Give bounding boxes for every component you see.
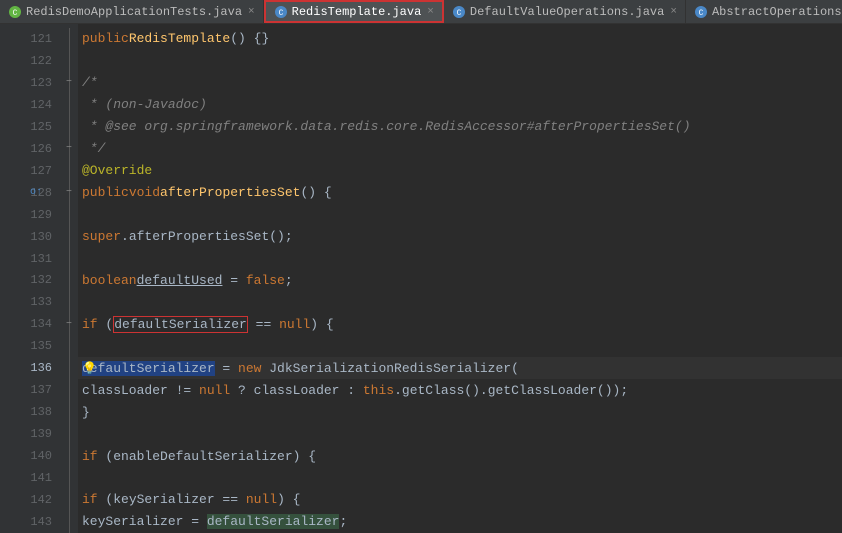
close-icon[interactable]: ×: [246, 6, 255, 18]
keyword: void: [129, 185, 160, 200]
svg-text:C: C: [278, 9, 283, 18]
keyword: boolean: [82, 273, 137, 288]
java-icon: C: [8, 5, 22, 19]
comment: * @see org.springframework.data.redis.co…: [82, 119, 691, 134]
comment: * (non-Javadoc): [82, 97, 207, 112]
tab-default-value-ops[interactable]: C DefaultValueOperations.java ×: [444, 0, 686, 23]
selected-variable: defaultSerializer: [82, 361, 215, 376]
code-text: ? classLoader :: [230, 383, 363, 398]
line-number: 133: [30, 295, 52, 309]
code-text: .getClass().getClassLoader());: [394, 383, 628, 398]
keyword: new: [238, 361, 261, 376]
svg-text:C: C: [699, 9, 704, 18]
highlighted-variable: defaultSerializer: [113, 316, 248, 333]
line-number: 141: [30, 471, 52, 485]
line-number: 127: [30, 164, 52, 178]
code-text: (: [98, 317, 114, 332]
tab-redis-template[interactable]: C RedisTemplate.java ×: [264, 0, 444, 23]
keyword: null: [279, 317, 310, 332]
code-editor[interactable]: public RedisTemplate() {} /* * (non-Java…: [78, 24, 842, 533]
fold-icon[interactable]: −: [66, 319, 72, 330]
java-icon: C: [694, 5, 708, 19]
fold-icon[interactable]: −: [66, 187, 72, 198]
code-text: ;: [339, 514, 347, 529]
fold-icon[interactable]: −: [66, 143, 72, 154]
fold-icon[interactable]: −: [66, 77, 72, 88]
editor-area: 121122123124125126127128o↑12913013113213…: [0, 24, 842, 533]
tab-label: AbstractOperations.java: [712, 5, 842, 19]
line-number: 124: [30, 98, 52, 112]
line-number: 143: [30, 515, 52, 529]
line-number: 131: [30, 252, 52, 266]
line-number: 137: [30, 383, 52, 397]
annotation: @Override: [82, 163, 152, 178]
svg-text:C: C: [13, 9, 18, 18]
code-text: () {}: [230, 31, 269, 46]
keyword: null: [246, 492, 277, 507]
code-text: =: [215, 361, 238, 376]
comment: /*: [82, 75, 98, 90]
svg-text:C: C: [456, 9, 461, 18]
keyword: false: [246, 273, 285, 288]
line-number: 126: [30, 142, 52, 156]
code-text: JdkSerializationRedisSerializer(: [261, 361, 518, 376]
lightbulb-icon[interactable]: 💡: [82, 361, 97, 376]
method-name: afterPropertiesSet: [160, 185, 300, 200]
line-number: 123: [30, 76, 52, 90]
keyword: public: [82, 31, 129, 46]
code-text: classLoader !=: [82, 383, 199, 398]
code-text: ;: [285, 273, 293, 288]
line-number: 136: [30, 361, 52, 375]
keyword: if: [82, 492, 98, 507]
java-icon: C: [274, 5, 288, 19]
close-icon[interactable]: ×: [668, 6, 677, 18]
line-number: 140: [30, 449, 52, 463]
line-number: 132: [30, 273, 52, 287]
line-number: 125: [30, 120, 52, 134]
line-number: 129: [30, 208, 52, 222]
line-number: 134: [30, 317, 52, 331]
code-text: }: [82, 405, 90, 420]
constructor: RedisTemplate: [129, 31, 230, 46]
keyword: if: [82, 317, 98, 332]
code-text: (keySerializer ==: [98, 492, 246, 507]
keyword: if: [82, 449, 98, 464]
override-icon[interactable]: o↑: [30, 187, 42, 198]
tab-label: DefaultValueOperations.java: [470, 5, 664, 19]
java-icon: C: [452, 5, 466, 19]
line-gutter: 121122123124125126127128o↑12913013113213…: [0, 24, 60, 533]
code-text: .afterPropertiesSet();: [121, 229, 293, 244]
variable: defaultUsed: [137, 273, 223, 288]
tab-redis-demo-tests[interactable]: C RedisDemoApplicationTests.java ×: [0, 0, 264, 23]
keyword: null: [199, 383, 230, 398]
code-text: () {: [300, 185, 331, 200]
code-text: ) {: [277, 492, 300, 507]
code-text: ) {: [310, 317, 333, 332]
keyword: this: [363, 383, 394, 398]
editor-tabs: C RedisDemoApplicationTests.java × C Red…: [0, 0, 842, 24]
line-number: 130: [30, 230, 52, 244]
keyword: public: [82, 185, 129, 200]
tab-abstract-ops[interactable]: C AbstractOperations.java ×: [686, 0, 842, 23]
tab-label: RedisTemplate.java: [292, 5, 422, 19]
close-icon[interactable]: ×: [425, 6, 434, 18]
tab-label: RedisDemoApplicationTests.java: [26, 5, 242, 19]
code-text: keySerializer =: [82, 514, 207, 529]
fold-column: − − − −: [60, 24, 78, 533]
line-number: 142: [30, 493, 52, 507]
highlighted-text: defaultSerializer: [207, 514, 340, 529]
line-number: 139: [30, 427, 52, 441]
code-text: =: [222, 273, 245, 288]
line-number: 138: [30, 405, 52, 419]
comment: */: [82, 141, 105, 156]
line-number: 135: [30, 339, 52, 353]
code-text: ==: [248, 317, 279, 332]
line-number: 122: [30, 54, 52, 68]
keyword: super: [82, 229, 121, 244]
code-text: (enableDefaultSerializer) {: [98, 449, 316, 464]
line-number: 121: [30, 32, 52, 46]
